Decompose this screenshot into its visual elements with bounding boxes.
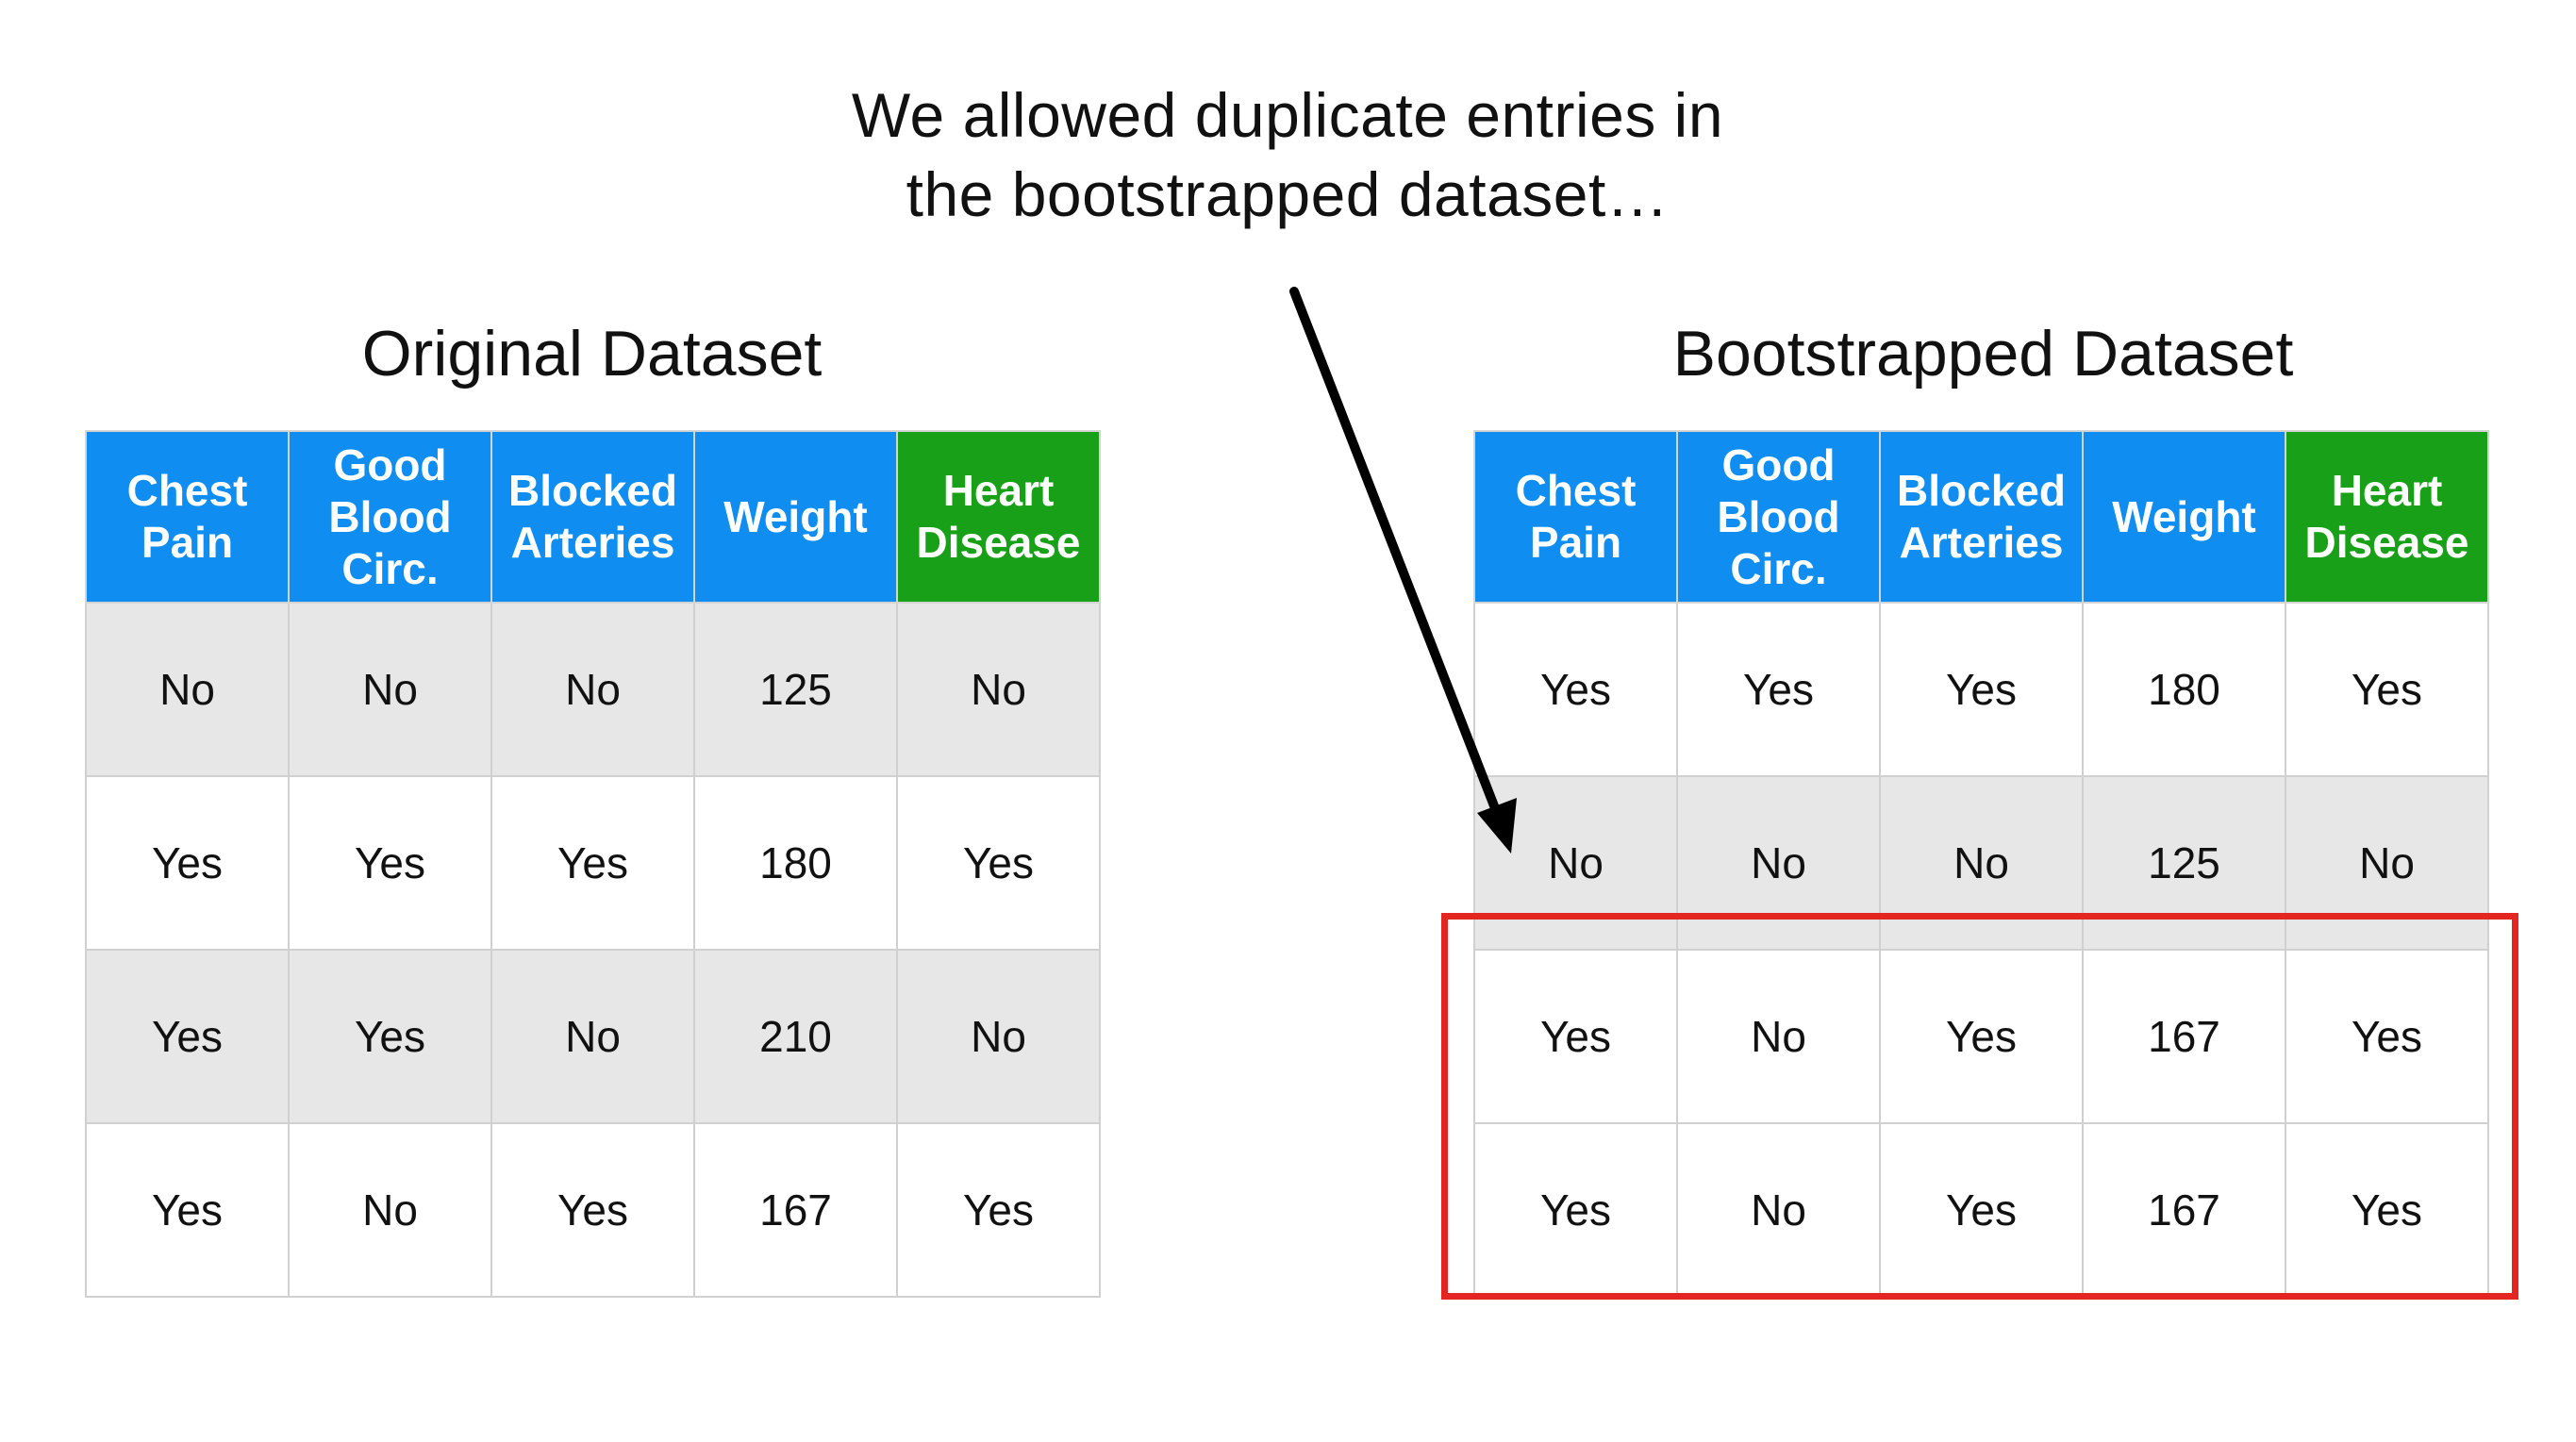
header-word: Blocked: [1897, 466, 2066, 515]
header-word: Circ.: [1730, 543, 1827, 593]
caption: We allowed duplicate entries in the boot…: [722, 75, 1853, 234]
table-cell: Yes: [288, 949, 492, 1124]
header-heart-disease: Heart Disease: [2285, 430, 2489, 604]
header-word: Pain: [141, 518, 234, 567]
header-word: Arteries: [510, 518, 675, 567]
header-blocked-arteries: Blocked Arteries: [1879, 430, 2084, 604]
header-word: Good: [333, 439, 447, 489]
header-row: Chest Pain Good Blood Circ. Blocked Arte…: [85, 430, 1101, 604]
header-word: Blood: [328, 491, 452, 541]
header-word: Weight: [723, 491, 868, 541]
table-cell: Yes: [2285, 602, 2489, 777]
table-cell: 180: [693, 775, 898, 951]
table-cell: No: [896, 949, 1101, 1124]
header-word: Heart: [2331, 466, 2443, 515]
table-row: Yes Yes No 210 No: [85, 949, 1101, 1124]
table-cell: Yes: [896, 775, 1101, 951]
header-heart-disease: Heart Disease: [896, 430, 1101, 604]
table-cell: 210: [693, 949, 898, 1124]
header-good-blood-circ: Good Blood Circ.: [288, 430, 492, 604]
table-cell: No: [85, 602, 290, 777]
table-cell: Yes: [1676, 602, 1881, 777]
table-cell: Yes: [1473, 602, 1678, 777]
header-word: Circ.: [341, 543, 439, 593]
bootstrapped-dataset-title: Bootstrapped Dataset: [1672, 318, 2294, 390]
table-cell: No: [288, 602, 492, 777]
header-chest-pain: Chest Pain: [1473, 430, 1678, 604]
table-cell: Yes: [896, 1122, 1101, 1298]
table-row: No No No 125 No: [85, 602, 1101, 777]
table-cell: Yes: [85, 949, 290, 1124]
header-word: Blocked: [508, 466, 677, 515]
caption-line-2: the bootstrapped dataset…: [906, 159, 1670, 229]
header-word: Chest: [1515, 466, 1637, 515]
table-cell: Yes: [490, 775, 695, 951]
table-cell: Yes: [288, 775, 492, 951]
header-word: Arteries: [1899, 518, 2064, 567]
table-row: Yes Yes Yes 180 Yes: [85, 775, 1101, 951]
arrow-shaft: [1289, 287, 1504, 825]
table-cell: Yes: [1879, 602, 2084, 777]
table-cell: Yes: [85, 775, 290, 951]
header-word: Disease: [2304, 518, 2469, 567]
header-weight: Weight: [2082, 430, 2286, 604]
table-cell: No: [490, 949, 695, 1124]
table-cell: No: [490, 602, 695, 777]
table-cell: 125: [693, 602, 898, 777]
header-word: Chest: [126, 466, 248, 515]
table-cell: 167: [693, 1122, 898, 1298]
header-word: Weight: [2112, 491, 2256, 541]
table-row: Yes No Yes 167 Yes: [85, 1122, 1101, 1298]
header-word: Blood: [1717, 491, 1840, 541]
table-cell: Yes: [490, 1122, 695, 1298]
header-word: Heart: [942, 466, 1055, 515]
header-weight: Weight: [693, 430, 898, 604]
header-word: Disease: [916, 518, 1081, 567]
header-chest-pain: Chest Pain: [85, 430, 290, 604]
table-cell: Yes: [85, 1122, 290, 1298]
header-row: Chest Pain Good Blood Circ. Blocked Arte…: [1473, 430, 2489, 604]
table-row: Yes Yes Yes 180 Yes: [1473, 602, 2489, 777]
header-word: Pain: [1529, 518, 1622, 567]
header-word: Good: [1721, 439, 1836, 489]
original-dataset-table: Chest Pain Good Blood Circ. Blocked Arte…: [85, 430, 1101, 1298]
caption-line-1: We allowed duplicate entries in: [851, 80, 1724, 150]
table-cell: No: [896, 602, 1101, 777]
original-dataset-title: Original Dataset: [361, 318, 823, 390]
table-cell: 180: [2082, 602, 2286, 777]
header-good-blood-circ: Good Blood Circ.: [1676, 430, 1881, 604]
table-cell: No: [288, 1122, 492, 1298]
header-blocked-arteries: Blocked Arteries: [490, 430, 695, 604]
duplicate-rows-highlight: [1441, 913, 2518, 1300]
